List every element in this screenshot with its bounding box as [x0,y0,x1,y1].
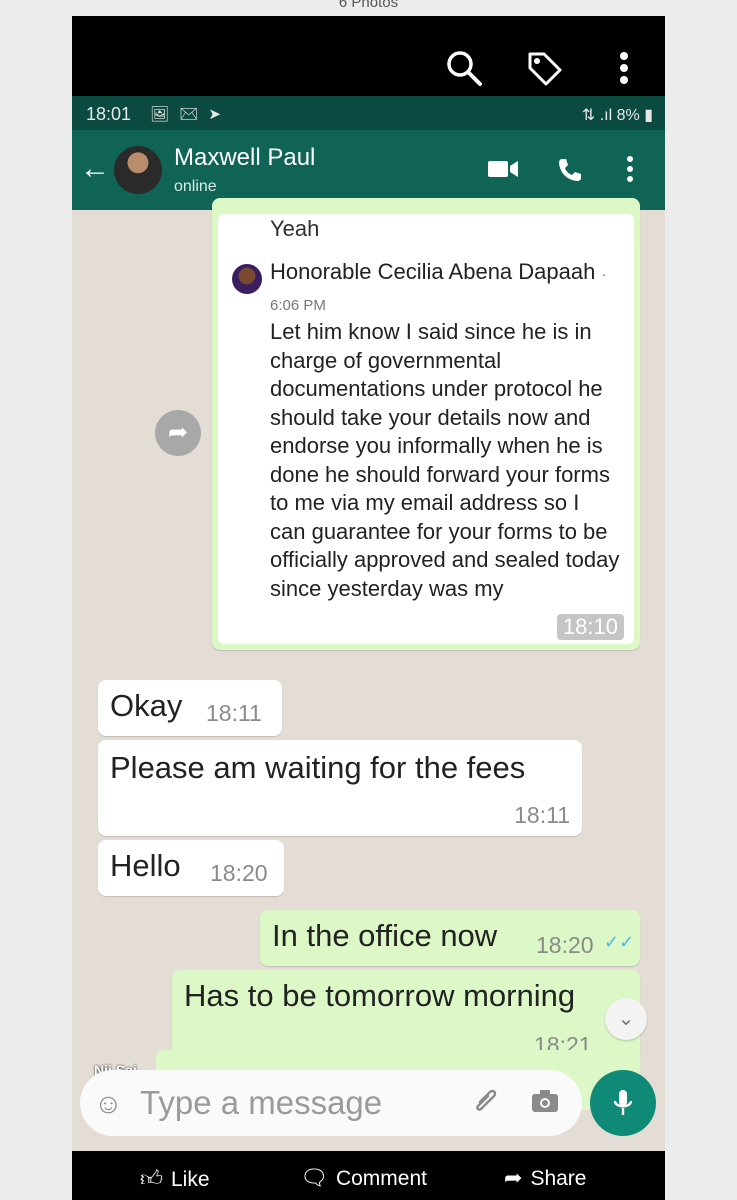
share-button[interactable]: ➦ Share [504,1165,586,1191]
quoted-author-avatar [232,264,262,294]
like-label: Like [171,1168,210,1191]
message-bubble[interactable]: In the office now 18:20 ✓✓ [260,910,640,966]
camera-icon[interactable] [530,1088,560,1121]
emoji-icon[interactable]: ☺ [94,1088,123,1120]
video-call-icon[interactable] [486,156,520,187]
status-time: 18:01 [86,104,132,124]
more-options-icon[interactable] [624,154,636,189]
comment-icon: 🗨︎ [300,1165,328,1190]
contact-avatar[interactable] [112,144,164,196]
voice-call-icon[interactable] [556,156,584,189]
message-text: Okay [110,688,183,723]
back-arrow-icon[interactable]: ← [80,152,110,186]
signal-icon: ⇅ .ıl [581,107,617,124]
message-text: Please am waiting for the fees [110,750,526,785]
quoted-stamp: 18:10 [556,614,624,640]
message-bubble[interactable]: Please am waiting for the fees 18:11 [98,740,582,836]
thumbs-up-icon: 👍︎ [140,1166,163,1191]
notification-icons: 🖼 ✉ ➤ [150,106,224,123]
message-time: 18:20 [210,860,268,886]
message-time: 18:11 [206,700,262,726]
message-time: 18:11 [514,802,570,828]
message-text: Hello [110,848,181,883]
like-button[interactable]: 👍︎ Like [140,1165,210,1192]
battery-indicator: ⇅ .ıl 8% ▮ [582,105,653,125]
battery-level: 8% [616,107,640,124]
quoted-author-name: Honorable Cecilia Abena Dapaah [270,259,596,284]
screenshot-photo: 18:01 🖼 ✉ ➤ ⇅ .ıl 8% ▮ ← Maxwell Paul on… [72,16,665,1151]
message-bubble[interactable]: Hello 18:20 [98,840,284,896]
quoted-author: Honorable Cecilia Abena Dapaah · 6:06 PM [270,258,610,320]
chat-area: ➦ Yeah Honorable Cecilia Abena Dapaah · … [72,198,665,1151]
share-label: Share [530,1167,587,1190]
message-bubble[interactable]: Okay 18:11 [98,680,282,736]
tag-icon[interactable] [524,48,564,88]
photo-count-caption: 6 Photos [338,0,399,11]
read-receipt-icon: ✓✓ [604,932,635,952]
message-placeholder: Type a message [140,1084,383,1121]
contact-name[interactable]: Maxwell Paul [174,144,315,172]
attach-icon[interactable] [472,1088,498,1125]
scroll-down-icon[interactable]: ⌄ [605,998,647,1040]
comment-label: Comment [335,1167,427,1190]
microphone-icon[interactable] [590,1070,656,1136]
more-vertical-icon[interactable] [612,48,636,88]
comment-button[interactable]: 🗨︎ Comment [300,1165,427,1191]
photo-viewer-toolbar [72,16,665,96]
quoted-text: Let him know I said since he is in charg… [270,319,620,601]
forward-icon[interactable]: ➦ [155,410,201,456]
quoted-preceding-text: Yeah [270,216,320,241]
facebook-action-bar: 👍︎ Like 🗨︎ Comment ➦ Share [72,1151,665,1200]
forwarded-screenshot-message[interactable]: Yeah Honorable Cecilia Abena Dapaah · 6:… [212,198,640,650]
battery-icon: ▮ [639,107,653,124]
quoted-image: Yeah Honorable Cecilia Abena Dapaah · 6:… [218,214,634,644]
message-text: Has to be tomorrow morning [184,978,576,1013]
message-input[interactable]: ☺ Type a message [80,1070,582,1136]
message-text: In the office now [272,918,498,953]
contact-status: online [174,178,217,195]
share-icon: ➦ [504,1165,523,1190]
message-time: 18:20 [536,932,594,958]
status-bar: 18:01 🖼 ✉ ➤ ⇅ .ıl 8% ▮ [72,96,665,130]
search-icon[interactable] [444,48,484,88]
